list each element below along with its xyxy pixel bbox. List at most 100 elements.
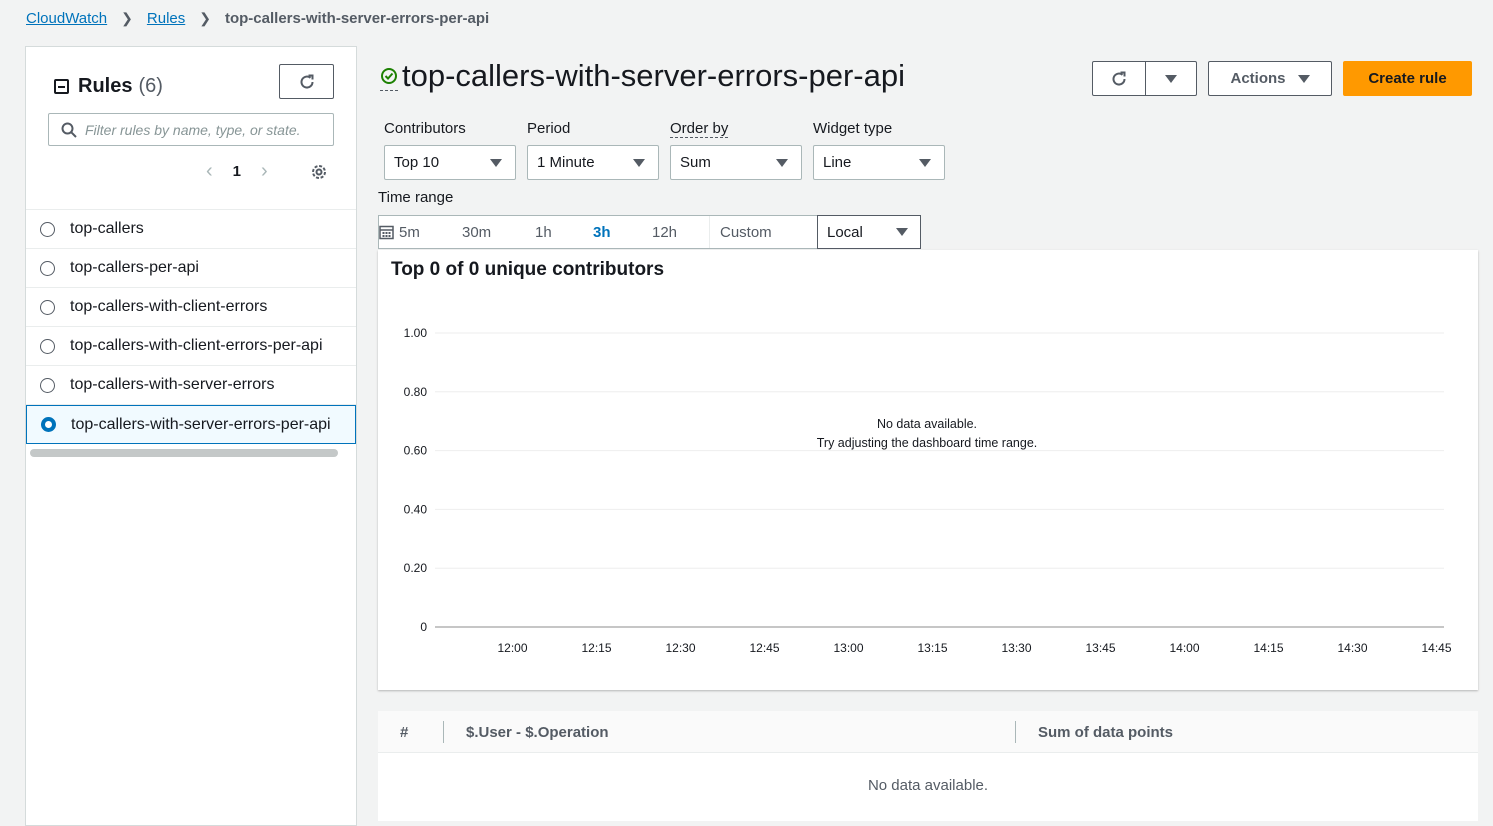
column-header-sum[interactable]: Sum of data points (1038, 724, 1173, 741)
pagination: ‹ 1 › (206, 160, 268, 183)
timezone-value: Local (827, 223, 863, 241)
rule-list-item[interactable]: top-callers-with-server-errors-per-api (26, 405, 356, 444)
x-tick-label: 13:45 (1085, 641, 1115, 655)
create-rule-button[interactable]: Create rule (1343, 61, 1472, 96)
refresh-icon (1112, 71, 1126, 86)
breadcrumb-cloudwatch-link[interactable]: CloudWatch (26, 10, 107, 27)
next-page-icon[interactable]: › (261, 160, 268, 183)
time-range-label: Time range (378, 189, 454, 206)
caret-down-icon (919, 159, 931, 167)
time-range-5m[interactable]: 5m (399, 224, 420, 241)
x-tick-label: 12:45 (749, 641, 779, 655)
orderby-value: Sum (680, 154, 711, 171)
x-tick-label: 12:00 (497, 641, 527, 655)
x-tick-label: 12:15 (581, 641, 611, 655)
breadcrumb-rules-link[interactable]: Rules (147, 10, 185, 27)
y-tick-label: 0.60 (404, 444, 428, 458)
caret-down-icon (490, 159, 502, 167)
widget-type-value: Line (823, 154, 852, 171)
chevron-right-icon: ❯ (121, 9, 133, 26)
column-divider (443, 721, 444, 743)
period-select[interactable]: 1 Minute (527, 145, 659, 180)
time-range-3h[interactable]: 3h (593, 224, 611, 241)
time-range-selector: 5m 30m 1h 3h 12h Custom (378, 215, 818, 249)
refresh-icon (300, 74, 314, 89)
caret-down-icon (1165, 74, 1177, 83)
rule-label: top-callers-per-api (70, 259, 199, 276)
rule-label: top-callers (70, 220, 144, 237)
gear-icon[interactable] (310, 163, 328, 181)
page-number[interactable]: 1 (233, 163, 241, 180)
table-header: # $.User - $.Operation Sum of data point… (378, 711, 1478, 753)
status-ok-icon (380, 61, 398, 91)
rules-count: (6) (138, 75, 163, 97)
table-empty-message: No data available. (867, 777, 989, 794)
actions-label: Actions (1230, 70, 1286, 87)
create-rule-label: Create rule (1368, 70, 1447, 87)
sidebar-title: Rules (78, 75, 133, 97)
radio-button[interactable] (41, 417, 56, 432)
page-title: top-callers-with-server-errors-per-api (380, 58, 905, 94)
rule-list-item[interactable]: top-callers-with-client-errors-per-api (26, 327, 356, 366)
time-range-12h[interactable]: 12h (652, 224, 677, 241)
radio-button[interactable] (40, 299, 55, 315)
rule-label: top-callers-with-server-errors (70, 376, 275, 393)
breadcrumb-current: top-callers-with-server-errors-per-api (224, 9, 490, 27)
divider (709, 216, 710, 248)
widget-type-select[interactable]: Line (813, 145, 945, 180)
sidebar-refresh-button[interactable] (279, 64, 334, 99)
collapse-icon[interactable] (54, 79, 69, 94)
time-range-30m[interactable]: 30m (462, 224, 491, 241)
y-tick-label: 0.40 (404, 502, 428, 516)
orderby-label[interactable]: Order by (670, 120, 729, 138)
radio-button[interactable] (40, 221, 55, 237)
column-header-key[interactable]: $.User - $.Operation (466, 724, 609, 741)
radio-button[interactable] (40, 377, 55, 393)
filter-rules-placeholder: Filter rules by name, type, or state. (85, 121, 301, 138)
period-label: Period (527, 120, 571, 137)
x-tick-label: 13:15 (917, 641, 947, 655)
refresh-options-dropdown[interactable] (1145, 61, 1197, 96)
x-tick-label: 13:00 (833, 641, 863, 655)
radio-button[interactable] (40, 260, 55, 276)
rule-list-item[interactable]: top-callers-per-api (26, 249, 356, 288)
rule-list: top-callers top-callers-per-api top-caller… (26, 209, 356, 444)
orderby-select[interactable]: Sum (670, 145, 802, 180)
actions-button[interactable]: Actions (1208, 61, 1332, 96)
rules-sidebar: Rules (6) Filter rules by name, type, or… (25, 46, 357, 826)
column-divider (1015, 721, 1016, 743)
caret-down-icon (776, 159, 788, 167)
line-chart: 1.00 0.80 0.60 0.40 0.20 0 12:00 12:15 12:30 12:4… (404, 326, 1452, 655)
y-tick-label: 0 (420, 620, 427, 634)
x-tick-label: 14:30 (1337, 641, 1367, 655)
rule-list-item[interactable]: top-callers-with-server-errors (26, 366, 356, 405)
caret-down-icon (1297, 74, 1310, 83)
horizontal-scrollbar[interactable] (30, 449, 338, 457)
contributors-label: Contributors (384, 120, 466, 137)
rule-title: top-callers-with-server-errors-per-api (402, 58, 905, 93)
contributors-chart-panel: 1.00 0.80 0.60 0.40 0.20 0 12:00 12:15 12:30 12:4… (378, 250, 1478, 690)
time-range-1h[interactable]: 1h (535, 224, 552, 241)
x-tick-label: 14:15 (1253, 641, 1283, 655)
filter-rules-input[interactable]: Filter rules by name, type, or state. (48, 113, 334, 146)
calendar-icon[interactable] (379, 225, 394, 240)
no-data-hint: Try adjusting the dashboard time range. (817, 436, 1038, 450)
y-tick-label: 1.00 (404, 326, 428, 340)
rule-list-item[interactable]: top-callers (26, 210, 356, 249)
rule-label: top-callers-with-server-errors-per-api (71, 415, 331, 433)
column-header-index: # (400, 724, 409, 741)
contributors-table: # $.User - $.Operation Sum of data point… (378, 711, 1478, 821)
radio-button[interactable] (40, 338, 55, 354)
rule-list-item[interactable]: top-callers-with-client-errors (26, 288, 356, 327)
x-tick-label: 13:30 (1001, 641, 1031, 655)
sidebar-header: Rules (6) (54, 75, 163, 98)
contributors-select[interactable]: Top 10 (384, 145, 516, 180)
refresh-button[interactable] (1092, 61, 1146, 96)
rule-label: top-callers-with-client-errors (70, 298, 268, 315)
timezone-select[interactable]: Local (817, 215, 921, 249)
time-range-custom[interactable]: Custom (720, 224, 772, 241)
no-data-message: No data available. (877, 417, 977, 431)
prev-page-icon[interactable]: ‹ (206, 160, 213, 183)
breadcrumb: CloudWatch ❯ Rules ❯ top-callers-with-se… (26, 8, 489, 28)
chevron-right-icon: ❯ (199, 9, 211, 26)
